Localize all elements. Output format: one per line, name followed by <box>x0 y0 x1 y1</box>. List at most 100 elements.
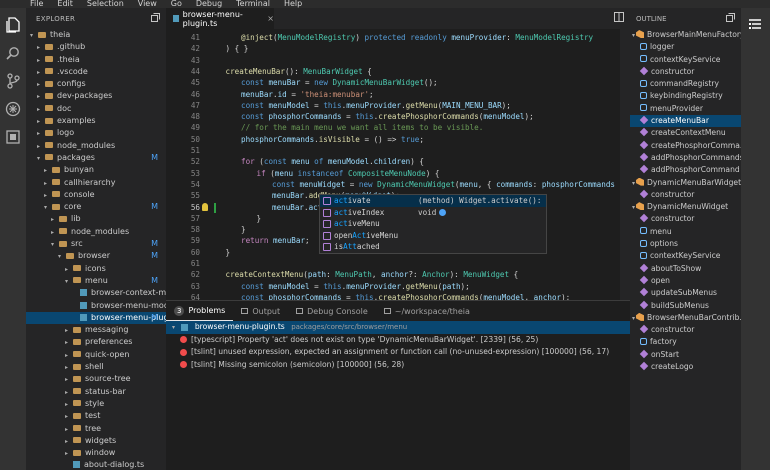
tree-folder[interactable]: ▸ logo <box>26 127 166 139</box>
source-control-icon[interactable] <box>4 72 22 90</box>
tree-folder[interactable]: ▸ shell <box>26 361 166 373</box>
suggestion-item[interactable]: isAttached <box>320 241 546 253</box>
outline-item[interactable]: factory <box>630 336 741 348</box>
menu-item-help[interactable]: Help <box>284 0 302 8</box>
suggestion-item[interactable]: activeIndex <box>320 207 546 219</box>
tree-folder[interactable]: ▸ quick-open <box>26 349 166 361</box>
tree-folder[interactable]: ▸ lib <box>26 213 166 225</box>
tree-folder[interactable]: ▸ configs <box>26 78 166 90</box>
panel-tab-0[interactable]: 3 Problems <box>166 301 234 321</box>
outline-item[interactable]: contextKeyService <box>630 250 741 262</box>
outline-view-icon[interactable] <box>748 18 762 35</box>
outline-item[interactable]: updateSubMenus <box>630 287 741 299</box>
tree-folder[interactable]: ▾ menu M <box>26 275 166 287</box>
outline-item[interactable]: createContextMenu <box>630 127 741 139</box>
panel-tab-3[interactable]: ~/workspace/theia <box>376 301 478 321</box>
tree-folder[interactable]: ▸ bunyan <box>26 164 166 176</box>
problem-item[interactable]: [typescript] Property 'act' does not exi… <box>166 334 630 347</box>
outline-item[interactable]: menuProvider <box>630 103 741 115</box>
code-token: commands <box>496 179 533 189</box>
extensions-icon[interactable] <box>4 128 22 146</box>
outline-item[interactable]: aboutToShow <box>630 263 741 275</box>
tree-folder[interactable]: ▸ tree <box>26 423 166 435</box>
outline-item[interactable]: contextKeyService <box>630 54 741 66</box>
panel-tab-1[interactable]: Output <box>233 301 288 321</box>
outline-item[interactable]: createMenuBar <box>630 115 741 128</box>
tree-file[interactable]: about-dialog.ts <box>26 459 166 470</box>
search-icon[interactable] <box>4 44 22 62</box>
debug-icon[interactable] <box>4 100 22 118</box>
code-editor[interactable]: 41 @inject(MenuModelRegistry) protected r… <box>166 29 630 325</box>
menu-item-debug[interactable]: Debug <box>196 0 222 8</box>
tree-folder[interactable]: ▸ messaging <box>26 324 166 336</box>
problem-item[interactable]: [tslint] Missing semicolon (semicolon) [… <box>166 359 630 372</box>
tree-folder[interactable]: ▸ preferences <box>26 336 166 348</box>
tree-folder[interactable]: ▾ packages M <box>26 152 166 164</box>
tree-folder[interactable]: ▸ callhierarchy <box>26 177 166 189</box>
tree-folder[interactable]: ▸ .vscode <box>26 66 166 78</box>
collapse-all-icon[interactable] <box>151 13 160 24</box>
menu-item-selection[interactable]: Selection <box>87 0 124 8</box>
outline-item[interactable]: keybindingRegistry <box>630 90 741 102</box>
lightbulb-icon[interactable] <box>202 202 208 211</box>
outline-item[interactable]: constructor <box>630 66 741 78</box>
outline-item[interactable]: onStart <box>630 349 741 361</box>
tree-folder[interactable]: ▸ style <box>26 398 166 410</box>
outline-item[interactable]: commandRegistry <box>630 78 741 90</box>
tree-folder[interactable]: ▾ core M <box>26 201 166 213</box>
split-editor-icon[interactable] <box>614 12 624 25</box>
tree-folder[interactable]: ▸ examples <box>26 115 166 127</box>
outline-item[interactable]: menu <box>630 226 741 238</box>
outline-item[interactable]: ▾ DynamicMenuBarWidget <box>630 177 741 189</box>
tree-folder[interactable]: ▸ test <box>26 410 166 422</box>
tree-folder[interactable]: ▸ window <box>26 447 166 459</box>
suggestion-item[interactable]: activate (method) Widget.activate(): void <box>320 195 546 217</box>
files-icon[interactable] <box>4 16 22 34</box>
outline-item[interactable]: ▾ BrowserMainMenuFactory <box>630 29 741 41</box>
outline-item[interactable]: constructor <box>630 213 741 225</box>
problems-file-row[interactable]: ▾ browser-menu-plugin.ts packages/core/s… <box>166 321 630 334</box>
tree-folder[interactable]: ▸ source-tree <box>26 373 166 385</box>
editor-tab[interactable]: browser-menu-plugin.ts × <box>166 8 274 29</box>
suggestion-item[interactable]: activeMenu <box>320 218 546 230</box>
problem-item[interactable]: [tslint] unused expression, expected an … <box>166 346 630 359</box>
tree-folder[interactable]: ▸ .theia <box>26 54 166 66</box>
outline-item[interactable]: createLogo <box>630 361 741 373</box>
tree-folder[interactable]: ▸ status-bar <box>26 386 166 398</box>
tree-folder[interactable]: ▸ console <box>26 189 166 201</box>
menu-item-go[interactable]: Go <box>171 0 182 8</box>
tree-folder[interactable]: ▸ widgets <box>26 435 166 447</box>
outline-item[interactable]: ▾ BrowserMenuBarContrib... <box>630 312 741 324</box>
outline-item[interactable]: buildSubMenus <box>630 300 741 312</box>
tree-folder[interactable]: ▸ .github <box>26 41 166 53</box>
close-tab-icon[interactable]: × <box>267 14 274 23</box>
outline-item[interactable]: open <box>630 275 741 287</box>
tree-folder[interactable]: ▾ src M <box>26 238 166 250</box>
panel-tab-2[interactable]: Debug Console <box>288 301 376 321</box>
tree-folder[interactable]: ▾ browser M <box>26 250 166 262</box>
menu-item-terminal[interactable]: Terminal <box>236 0 270 8</box>
outline-item[interactable]: constructor <box>630 324 741 336</box>
tree-folder[interactable]: ▸ doc <box>26 103 166 115</box>
outline-item[interactable]: logger <box>630 41 741 53</box>
suggestion-item[interactable]: openActiveMenu <box>320 230 546 242</box>
outline-item[interactable]: createPhosphorComma... <box>630 140 741 152</box>
menu-item-edit[interactable]: Edit <box>57 0 73 8</box>
outline-item[interactable]: constructor <box>630 189 741 201</box>
collapse-all-icon[interactable] <box>726 13 735 24</box>
outline-item[interactable]: ▾ DynamicMenuWidget <box>630 201 741 213</box>
outline-item[interactable]: addPhosphorCommand <box>630 164 741 176</box>
tree-folder[interactable]: ▸ node_modules <box>26 226 166 238</box>
menu-item-view[interactable]: View <box>138 0 157 8</box>
tree-folder[interactable]: ▾ theia <box>26 29 166 41</box>
tree-file[interactable]: browser-menu-plugin.tsM <box>26 311 166 325</box>
outline-item[interactable]: options <box>630 238 741 250</box>
tree-folder[interactable]: ▸ dev-packages <box>26 90 166 102</box>
menu-item-file[interactable]: File <box>30 0 43 8</box>
tree-file[interactable]: browser-menu-module.ts <box>26 300 166 312</box>
tree-folder[interactable]: ▸ icons <box>26 263 166 275</box>
tree-folder[interactable]: ▸ node_modules <box>26 140 166 152</box>
minimap[interactable] <box>620 29 630 300</box>
outline-item[interactable]: addPhosphorCommands <box>630 152 741 164</box>
tree-file[interactable]: browser-context-menu-r... <box>26 287 166 299</box>
